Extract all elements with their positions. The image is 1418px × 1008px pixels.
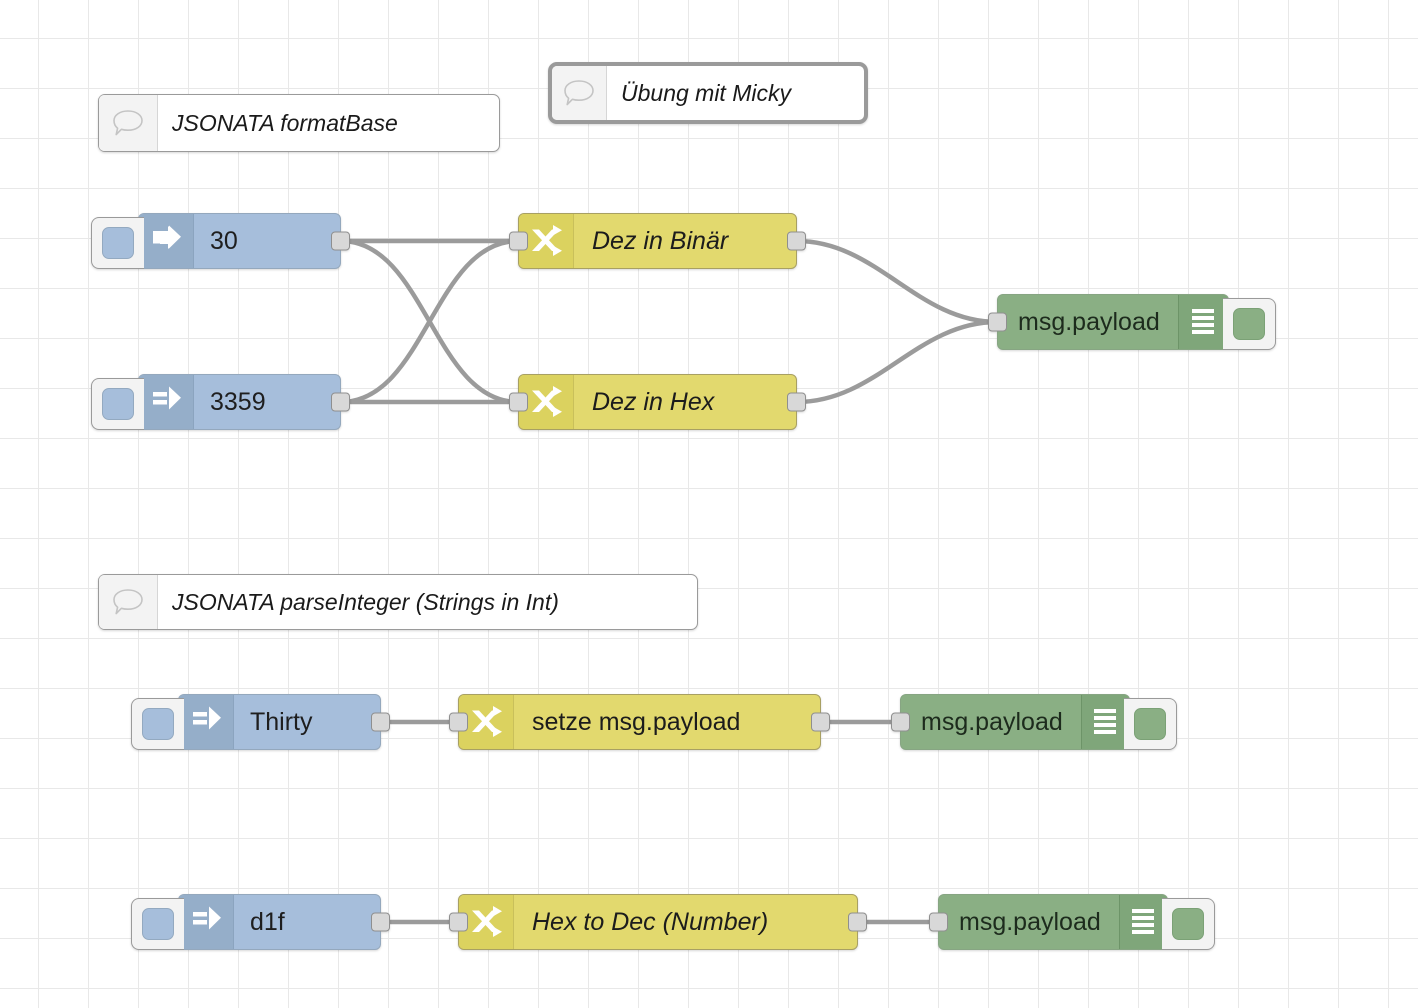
- debug-label: msg.payload: [921, 707, 1063, 736]
- wire-inject3359-to-binaer: [338, 238, 521, 405]
- inject-arrow-icon: [179, 695, 234, 749]
- inject-label: 30: [210, 226, 238, 255]
- debug-label: msg.payload: [959, 907, 1101, 936]
- comment-label: Übung mit Micky: [621, 79, 791, 106]
- inject-trigger-button[interactable]: [91, 378, 144, 430]
- comment-label: JSONATA formatBase: [172, 109, 398, 136]
- inject-trigger-button[interactable]: [131, 898, 184, 950]
- inject-label: 3359: [210, 387, 266, 416]
- change-node-setze-msg-payload[interactable]: setze msg.payload: [449, 694, 830, 750]
- debug-toggle-button[interactable]: [1124, 698, 1177, 750]
- debug-node-2[interactable]: msg.payload: [891, 694, 1177, 750]
- inject-trigger-button-inner: [142, 908, 174, 940]
- output-port[interactable]: [811, 712, 830, 732]
- change-label: setze msg.payload: [532, 707, 741, 736]
- inject-node-30[interactable]: 30: [91, 213, 350, 269]
- output-port[interactable]: [371, 912, 390, 932]
- debug-node-3[interactable]: msg.payload: [929, 894, 1215, 950]
- debug-toggle-button[interactable]: [1223, 298, 1276, 350]
- comment-bubble-icon: [99, 575, 158, 629]
- change-label: Dez in Hex: [592, 387, 715, 416]
- inject-trigger-button[interactable]: [131, 698, 184, 750]
- input-port[interactable]: [988, 312, 1007, 332]
- input-port[interactable]: [509, 231, 528, 251]
- change-node-hex-to-dec[interactable]: Hex to Dec (Number): [449, 894, 867, 950]
- inject-node-thirty[interactable]: Thirty: [131, 694, 390, 750]
- input-port[interactable]: [929, 912, 948, 932]
- output-port[interactable]: [331, 231, 350, 251]
- input-port[interactable]: [449, 912, 468, 932]
- comment-node-jsonata-formatbase[interactable]: JSONATA formatBase: [98, 94, 500, 152]
- inject-trigger-button-inner: [142, 708, 174, 740]
- debug-label: msg.payload: [1018, 307, 1160, 336]
- input-port[interactable]: [891, 712, 910, 732]
- comment-bubble-icon: [552, 66, 607, 120]
- inject-label: Thirty: [250, 707, 313, 736]
- comment-node-uebung-mit-micky[interactable]: Übung mit Micky: [548, 62, 868, 124]
- inject-arrow-icon: [139, 214, 194, 268]
- inject-arrow-icon: [139, 375, 194, 429]
- debug-toggle-button[interactable]: [1162, 898, 1215, 950]
- input-port[interactable]: [449, 712, 468, 732]
- debug-bars-icon: [1118, 895, 1167, 949]
- change-label: Dez in Binär: [592, 226, 729, 255]
- change-node-dez-in-binaer[interactable]: Dez in Binär: [509, 213, 806, 269]
- wire-hex-to-debug1: [794, 319, 1000, 405]
- output-port[interactable]: [787, 231, 806, 251]
- output-port[interactable]: [371, 712, 390, 732]
- change-node-dez-in-hex[interactable]: Dez in Hex: [509, 374, 806, 430]
- debug-bars-icon: [1177, 295, 1228, 349]
- inject-trigger-button[interactable]: [91, 217, 144, 269]
- wire-inject30-to-hex: [338, 238, 521, 405]
- wire-binaer-to-debug1: [794, 238, 1000, 325]
- inject-label: d1f: [250, 907, 285, 936]
- flow-canvas[interactable]: JSONATA formatBase Übung mit Micky 30 33…: [0, 0, 1418, 1008]
- output-port[interactable]: [331, 392, 350, 412]
- debug-toggle-button-inner: [1134, 708, 1166, 740]
- debug-toggle-button-inner: [1172, 908, 1204, 940]
- change-label: Hex to Dec (Number): [532, 907, 769, 936]
- comment-bubble-icon: [99, 95, 158, 151]
- debug-bars-icon: [1080, 695, 1129, 749]
- debug-node-1[interactable]: msg.payload: [988, 294, 1276, 350]
- inject-node-3359[interactable]: 3359: [91, 374, 350, 430]
- inject-node-d1f[interactable]: d1f: [131, 894, 390, 950]
- inject-trigger-button-inner: [102, 388, 134, 420]
- comment-node-jsonata-parseinteger[interactable]: JSONATA parseInteger (Strings in Int): [98, 574, 698, 630]
- output-port[interactable]: [787, 392, 806, 412]
- debug-toggle-button-inner: [1233, 308, 1265, 340]
- output-port[interactable]: [848, 912, 867, 932]
- inject-arrow-icon: [179, 895, 234, 949]
- input-port[interactable]: [509, 392, 528, 412]
- inject-trigger-button-inner: [102, 227, 134, 259]
- comment-label: JSONATA parseInteger (Strings in Int): [172, 588, 559, 615]
